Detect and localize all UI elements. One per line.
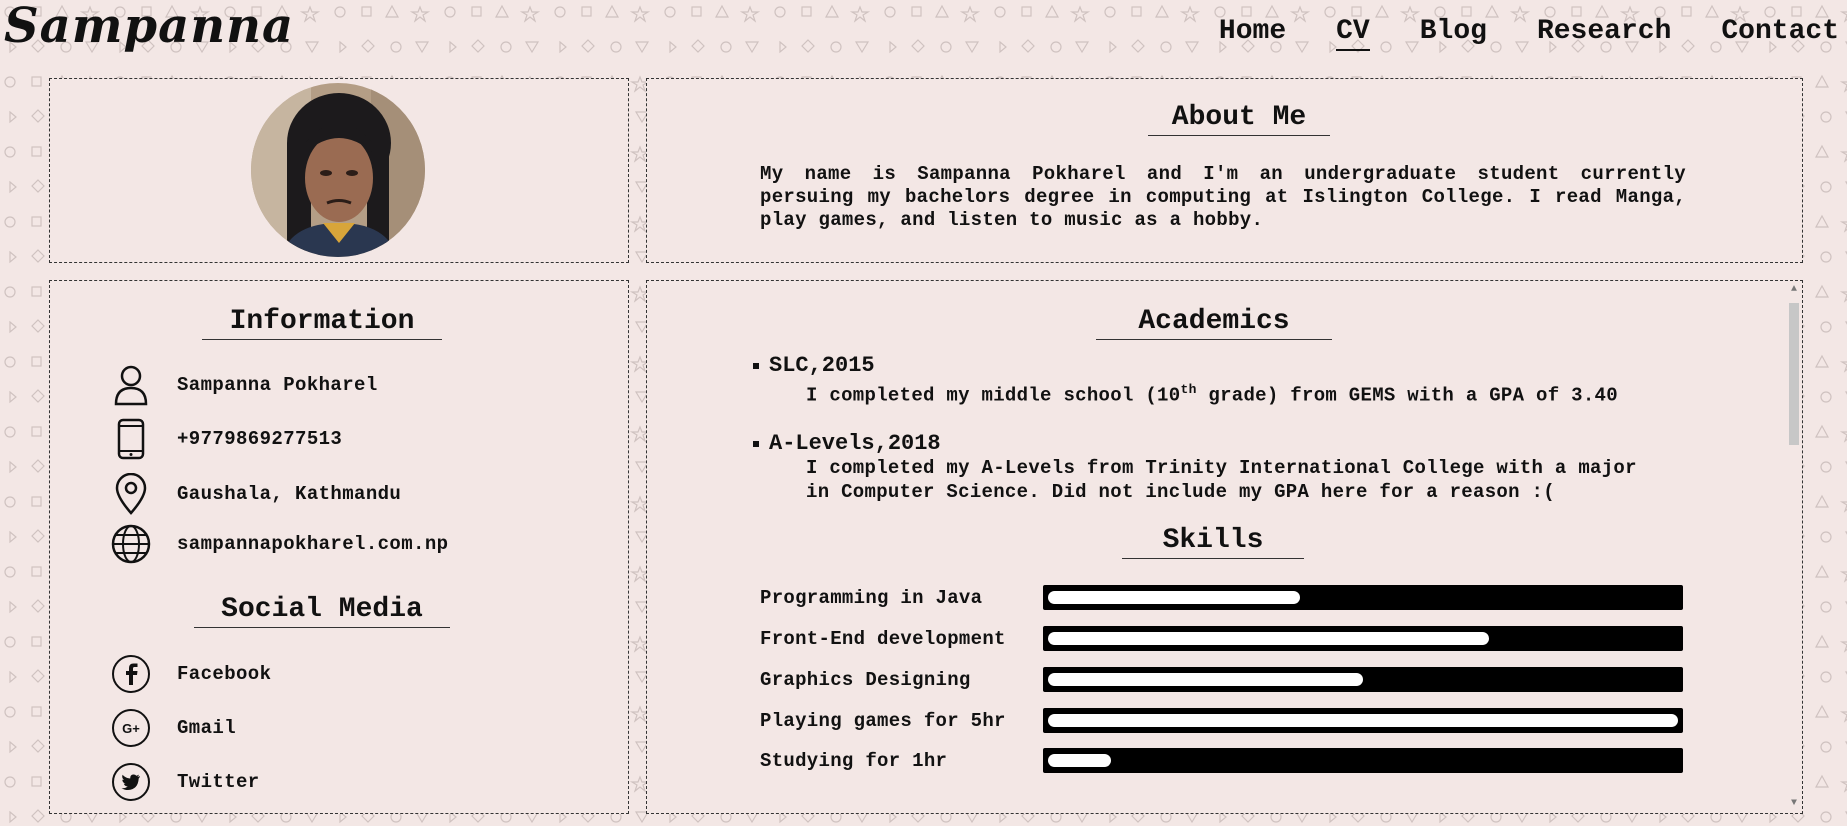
site-logo[interactable]: Sampanna [4,0,294,54]
twitter-icon[interactable] [110,761,152,803]
academic-heading-text: SLC,2015 [769,353,875,378]
scroll-up-arrow-icon[interactable]: ▲ [1788,285,1800,295]
profile-photo-panel [49,78,629,263]
social-facebook-label[interactable]: Facebook [177,663,271,685]
header: Sampanna Home CV Blog Research Contact [0,0,1847,66]
skill-row: Playing games for 5hr [760,708,1683,733]
skill-bar [1043,585,1683,610]
phone-icon [110,418,152,460]
skill-row: Programming in Java [760,585,1683,610]
academics-title: Academics [1096,306,1332,340]
academic-description: I completed my A-Levels from Trinity Int… [806,457,1637,503]
info-row-phone: +9779869277513 [110,418,342,460]
info-row-website: sampannapokharel.com.np [110,523,448,565]
nav-research[interactable]: Research [1537,16,1671,51]
academic-item: SLC,2015 I completed my middle school (1… [753,353,1666,407]
academic-heading: A-Levels,2018 [753,431,1666,456]
google-plus-icon[interactable]: G+ [110,707,152,749]
info-location: Gaushala, Kathmandu [177,483,402,505]
skill-row: Graphics Designing [760,667,1683,692]
skill-bar-fill [1048,673,1363,686]
skill-row: Studying for 1hr [760,748,1683,773]
academic-description: I completed my middle school (10th grade… [806,378,1666,407]
panel-scrollbar[interactable]: ▲ ▼ [1785,281,1802,813]
about-title: About Me [1148,102,1330,136]
main-nav: Home CV Blog Research Contact [1219,16,1839,51]
bullet-icon [753,362,759,369]
avatar [251,83,425,257]
social-row-gmail[interactable]: G+ Gmail [110,707,236,749]
social-gmail-label[interactable]: Gmail [177,717,236,739]
scrollbar-thumb[interactable] [1789,303,1799,445]
svg-text:G+: G+ [122,721,140,736]
info-row-location: Gaushala, Kathmandu [110,473,401,515]
info-name: Sampanna Pokharel [177,374,378,396]
academic-heading-text: A-Levels,2018 [769,431,941,456]
academic-item: A-Levels,2018 I completed my A-Levels fr… [753,431,1666,504]
facebook-icon[interactable] [110,653,152,695]
skill-bar [1043,748,1683,773]
information-panel: Information Sampanna Pokharel +977986927… [49,280,629,814]
academic-desc-part: I completed my middle school (10 [806,384,1181,407]
info-website[interactable]: sampannapokharel.com.np [177,533,448,555]
skill-label: Graphics Designing [760,668,971,691]
globe-icon [110,523,152,565]
social-row-facebook[interactable]: Facebook [110,653,271,695]
academic-desc-part: grade) from GEMS with a GPA of 3.40 [1196,384,1618,407]
social-media-title: Social Media [194,594,450,628]
nav-cv[interactable]: CV [1336,16,1370,51]
information-title: Information [202,306,442,340]
skill-label: Playing games for 5hr [760,709,1006,732]
skill-label: Studying for 1hr [760,749,948,772]
skill-bar-fill [1048,632,1489,645]
about-text: My name is Sampanna Pokharel and I'm an … [760,163,1686,231]
info-phone[interactable]: +9779869277513 [177,428,342,450]
academic-heading: SLC,2015 [753,353,1666,378]
academic-desc-sup: th [1180,382,1197,397]
academics-skills-panel: Academics SLC,2015 I completed my middle… [646,280,1803,814]
person-icon [110,364,152,406]
nav-contact[interactable]: Contact [1721,16,1839,51]
location-pin-icon [110,473,152,515]
skill-bar-fill [1048,591,1300,604]
skill-row: Front-End development [760,626,1683,651]
info-row-name: Sampanna Pokharel [110,364,378,406]
skill-label: Programming in Java [760,586,983,609]
bullet-icon [753,440,759,447]
scroll-down-arrow-icon[interactable]: ▼ [1788,799,1800,809]
social-row-twitter[interactable]: Twitter [110,761,260,803]
skills-title: Skills [1122,525,1304,559]
skill-bar-fill [1048,754,1111,767]
skill-bar [1043,667,1683,692]
nav-home[interactable]: Home [1219,16,1286,51]
nav-blog[interactable]: Blog [1420,16,1487,51]
skill-bar-fill [1048,714,1678,727]
skill-bar [1043,626,1683,651]
about-panel: About Me My name is Sampanna Pokharel an… [646,78,1803,263]
skill-bar [1043,708,1683,733]
skill-label: Front-End development [760,627,1006,650]
social-twitter-label[interactable]: Twitter [177,771,260,793]
